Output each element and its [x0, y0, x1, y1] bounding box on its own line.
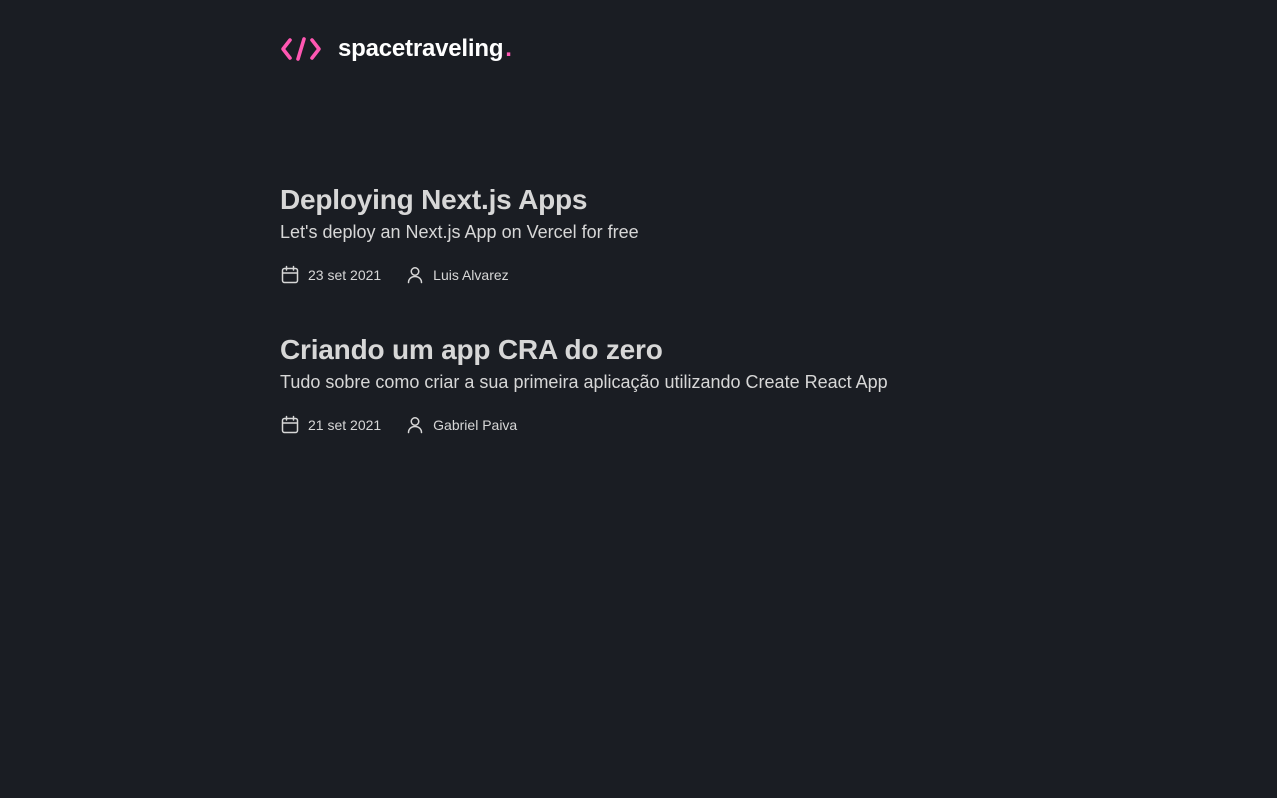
post-author: Luis Alvarez	[405, 265, 509, 285]
post-item[interactable]: Deploying Next.js Apps Let's deploy an N…	[280, 183, 1000, 333]
post-date-text: 21 set 2021	[308, 417, 382, 433]
post-item[interactable]: Criando um app CRA do zero Tudo sobre co…	[280, 333, 1000, 483]
site-header: spacetraveling.	[280, 34, 512, 64]
user-icon	[407, 267, 423, 284]
calendar-icon	[281, 415, 299, 434]
post-author-name: Gabriel Paiva	[433, 417, 518, 433]
post-date: 21 set 2021	[280, 415, 381, 435]
post-meta: 21 set 2021 Gabriel Paiva	[280, 415, 1000, 435]
user-icon	[407, 417, 423, 434]
post-date-text: 23 set 2021	[308, 267, 382, 283]
logo-dot: .	[505, 35, 512, 62]
code-brackets-icon	[281, 37, 321, 61]
post-title[interactable]: Criando um app CRA do zero	[280, 333, 1000, 367]
calendar-icon	[281, 265, 299, 284]
logo-text: spacetraveling	[338, 35, 504, 62]
post-meta: 23 set 2021 Luis Alvarez	[280, 265, 1000, 285]
post-title[interactable]: Deploying Next.js Apps	[280, 183, 1000, 217]
posts-list: Deploying Next.js Apps Let's deploy an N…	[280, 183, 1000, 483]
post-author-name: Luis Alvarez	[433, 267, 509, 283]
post-subtitle: Tudo sobre como criar a sua primeira apl…	[280, 372, 888, 392]
post-date: 23 set 2021	[280, 265, 381, 285]
logo-link[interactable]: spacetraveling.	[280, 35, 512, 63]
post-subtitle: Let's deploy an Next.js App on Vercel fo…	[280, 222, 639, 242]
post-author: Gabriel Paiva	[405, 415, 517, 435]
